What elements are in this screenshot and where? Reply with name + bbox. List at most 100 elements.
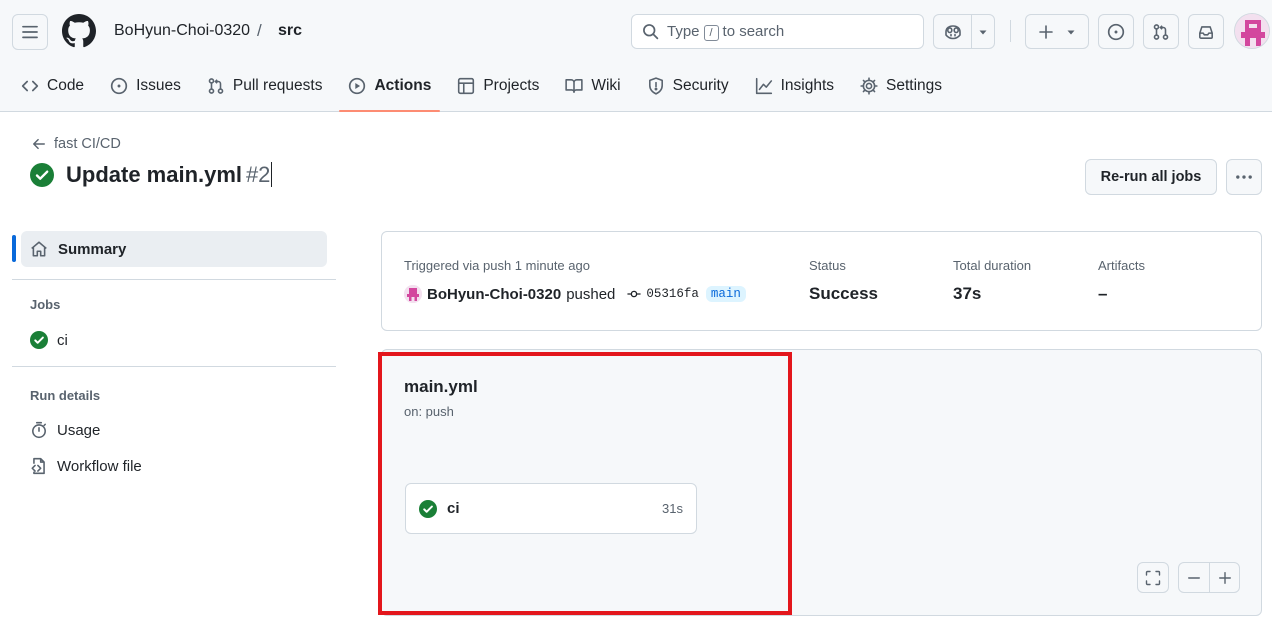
file-code-icon <box>31 457 45 475</box>
dash-icon <box>1188 576 1200 579</box>
run-summary-card: Triggered via push 1 minute ago BoHyun-C… <box>381 231 1262 331</box>
gear-icon <box>860 77 878 95</box>
issue-opened-icon <box>1107 23 1125 40</box>
run-title: Update main.yml #2 <box>30 162 273 188</box>
git-commit-icon <box>627 290 641 298</box>
duration-value: 37s <box>953 284 982 303</box>
your-issues-button[interactable] <box>1098 14 1134 49</box>
artifacts-value: – <box>1098 284 1108 303</box>
tab-actions[interactable]: Actions <box>339 68 441 112</box>
tab-insights[interactable]: Insights <box>746 68 843 104</box>
commit-sha: 05316fa <box>646 287 699 301</box>
artifacts-label: Artifacts <box>1098 258 1145 273</box>
sidebar-item-summary[interactable]: Summary <box>21 231 327 267</box>
tab-issues[interactable]: Issues <box>101 68 190 104</box>
kebab-horizontal-icon <box>1236 175 1252 179</box>
trigger-label: Triggered via push 1 minute ago <box>404 258 590 273</box>
commit-link[interactable]: 05316fa <box>626 287 699 301</box>
sidebar-active-indicator <box>12 235 16 262</box>
zoom-controls <box>1178 562 1240 593</box>
actor-avatar[interactable] <box>404 285 422 303</box>
chevron-down-icon <box>979 30 987 34</box>
breadcrumb-separator: / <box>257 21 262 40</box>
search-shortcut-key: / <box>703 24 719 41</box>
copilot-button[interactable] <box>933 14 995 49</box>
sidebar-divider <box>12 279 336 280</box>
tab-label: Actions <box>374 77 432 94</box>
issue-opened-icon <box>110 77 128 95</box>
rerun-all-jobs-button[interactable]: Re-run all jobs <box>1085 159 1217 195</box>
duration-label: Total duration <box>953 258 1032 273</box>
sidebar-item-workflow-file[interactable]: Workflow file <box>30 457 142 475</box>
breadcrumb-owner[interactable]: BoHyun-Choi-0320 <box>114 22 250 40</box>
git-pull-request-icon <box>208 78 224 94</box>
notifications-button[interactable] <box>1188 14 1224 49</box>
shield-icon <box>648 77 663 95</box>
tab-security[interactable]: Security <box>638 68 738 104</box>
graph-icon <box>755 77 772 95</box>
your-pull-requests-button[interactable] <box>1143 14 1179 49</box>
copilot-icon <box>944 24 961 39</box>
tab-label: Settings <box>886 77 943 94</box>
sidebar-item-job-ci[interactable]: ci <box>30 331 68 349</box>
sidebar-item-label: ci <box>57 331 68 349</box>
tab-label: Projects <box>483 77 540 94</box>
back-to-workflow-link[interactable]: fast CI/CD <box>32 136 121 152</box>
book-icon <box>565 79 583 93</box>
search-icon <box>643 24 659 40</box>
header-divider <box>1010 20 1011 42</box>
search-suffix: to search <box>722 22 785 40</box>
actor-link[interactable]: BoHyun-Choi-0320 <box>427 286 561 303</box>
tab-label: Insights <box>780 77 835 94</box>
workflow-trigger: on: push <box>404 404 454 419</box>
back-label: fast CI/CD <box>54 136 121 152</box>
branch-tag[interactable]: main <box>705 286 746 302</box>
plus-icon <box>1218 571 1231 584</box>
check-circle-fill-icon <box>419 499 437 518</box>
sidebar-item-label: Summary <box>58 240 127 258</box>
code-icon <box>21 80 39 92</box>
repo-nav: Code Issues Pull requests Actions Projec… <box>0 68 959 112</box>
home-icon <box>31 241 47 257</box>
create-new-button[interactable] <box>1025 14 1089 49</box>
fullscreen-button[interactable] <box>1137 562 1169 593</box>
tab-label: Issues <box>136 77 181 94</box>
arrow-left-icon <box>33 138 45 150</box>
push-action: pushed <box>566 285 616 303</box>
tab-wiki[interactable]: Wiki <box>556 68 629 104</box>
job-card-ci[interactable]: ci 31s <box>405 483 697 534</box>
tab-code[interactable]: Code <box>12 68 93 104</box>
plus-icon <box>1039 24 1053 39</box>
tab-label: Pull requests <box>232 77 323 94</box>
check-circle-fill-icon <box>30 163 54 187</box>
job-duration: 31s <box>662 501 683 516</box>
check-circle-fill-icon <box>30 331 48 349</box>
github-logo-icon[interactable] <box>62 14 96 48</box>
breadcrumb-repo[interactable]: src <box>278 22 302 40</box>
zoom-out-button[interactable] <box>1179 563 1209 592</box>
sidebar-item-usage[interactable]: Usage <box>30 421 100 439</box>
job-name: ci <box>447 500 460 517</box>
tab-label: Wiki <box>591 77 621 94</box>
sidebar-item-label: Usage <box>57 421 101 439</box>
screen-full-icon <box>1145 570 1161 585</box>
zoom-in-button[interactable] <box>1209 563 1239 592</box>
search-input[interactable]: Type / to search <box>631 14 924 49</box>
stopwatch-icon <box>32 421 46 439</box>
run-title-text: Update main.yml <box>66 162 243 187</box>
menu-button[interactable] <box>12 14 48 50</box>
inbox-icon <box>1199 25 1213 39</box>
run-number: #2 <box>245 162 273 187</box>
tab-pull-requests[interactable]: Pull requests <box>198 68 332 104</box>
sidebar-heading-jobs: Jobs <box>30 297 61 312</box>
table-icon <box>458 77 475 95</box>
sidebar-item-label: Workflow file <box>57 457 142 475</box>
user-avatar[interactable] <box>1234 13 1270 49</box>
sidebar-heading-run-details: Run details <box>30 388 101 403</box>
play-icon <box>349 77 366 95</box>
more-options-button[interactable] <box>1226 159 1262 195</box>
tab-projects[interactable]: Projects <box>448 68 548 104</box>
tab-settings[interactable]: Settings <box>851 68 951 104</box>
workflow-name: main.yml <box>404 377 478 396</box>
hamburger-icon <box>22 25 38 39</box>
